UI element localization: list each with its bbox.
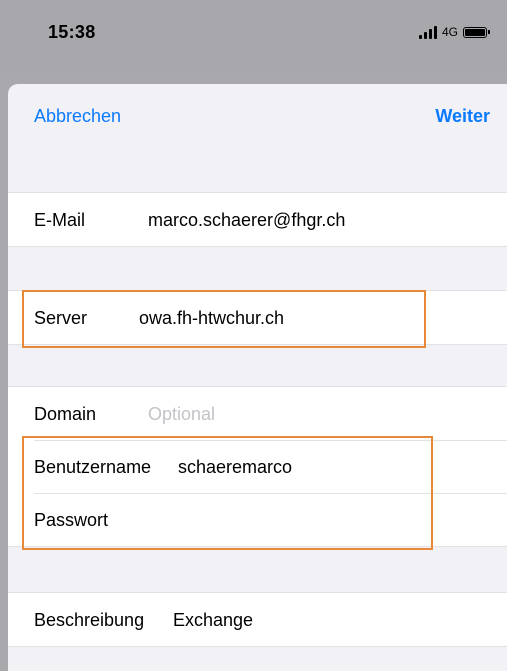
credentials-group: Domain Optional Benutzername schaeremarc… (8, 386, 507, 547)
email-field[interactable]: marco.schaerer@fhgr.ch (148, 210, 345, 231)
description-field[interactable]: Exchange (173, 610, 253, 631)
domain-field[interactable]: Optional (148, 404, 215, 425)
username-field[interactable]: schaeremarco (178, 457, 292, 478)
nav-bar: Abbrechen Weiter (8, 84, 507, 148)
domain-row[interactable]: Domain Optional (8, 387, 507, 440)
username-row[interactable]: Benutzername schaeremarco (8, 440, 507, 493)
battery-icon (463, 26, 490, 38)
description-label: Beschreibung (34, 610, 145, 630)
server-field[interactable]: owa.fh-htwchur.ch (139, 308, 284, 329)
account-setup-sheet: Abbrechen Weiter E-Mail marco.schaerer@f… (8, 84, 507, 671)
server-label: Server (34, 308, 88, 328)
password-row[interactable]: Passwort (8, 493, 507, 546)
next-button[interactable]: Weiter (435, 106, 490, 127)
description-group: Beschreibung Exchange (8, 592, 507, 647)
server-row[interactable]: Server owa.fh-htwchur.ch (8, 291, 507, 344)
email-group: E-Mail marco.schaerer@fhgr.ch (8, 192, 507, 247)
server-group: Server owa.fh-htwchur.ch (8, 290, 507, 345)
network-type: 4G (441, 25, 458, 39)
email-label: E-Mail (34, 210, 86, 230)
username-label: Benutzername (34, 457, 152, 477)
status-bar: 15:38 4G (0, 0, 507, 72)
email-row[interactable]: E-Mail marco.schaerer@fhgr.ch (8, 193, 507, 246)
cancel-button[interactable]: Abbrechen (34, 106, 121, 127)
status-indicators: 4G (418, 24, 490, 40)
domain-label: Domain (34, 404, 97, 424)
status-time: 15:38 (48, 22, 96, 42)
description-row[interactable]: Beschreibung Exchange (8, 593, 507, 646)
cellular-signal-icon (418, 25, 437, 39)
password-label: Passwort (34, 510, 109, 530)
